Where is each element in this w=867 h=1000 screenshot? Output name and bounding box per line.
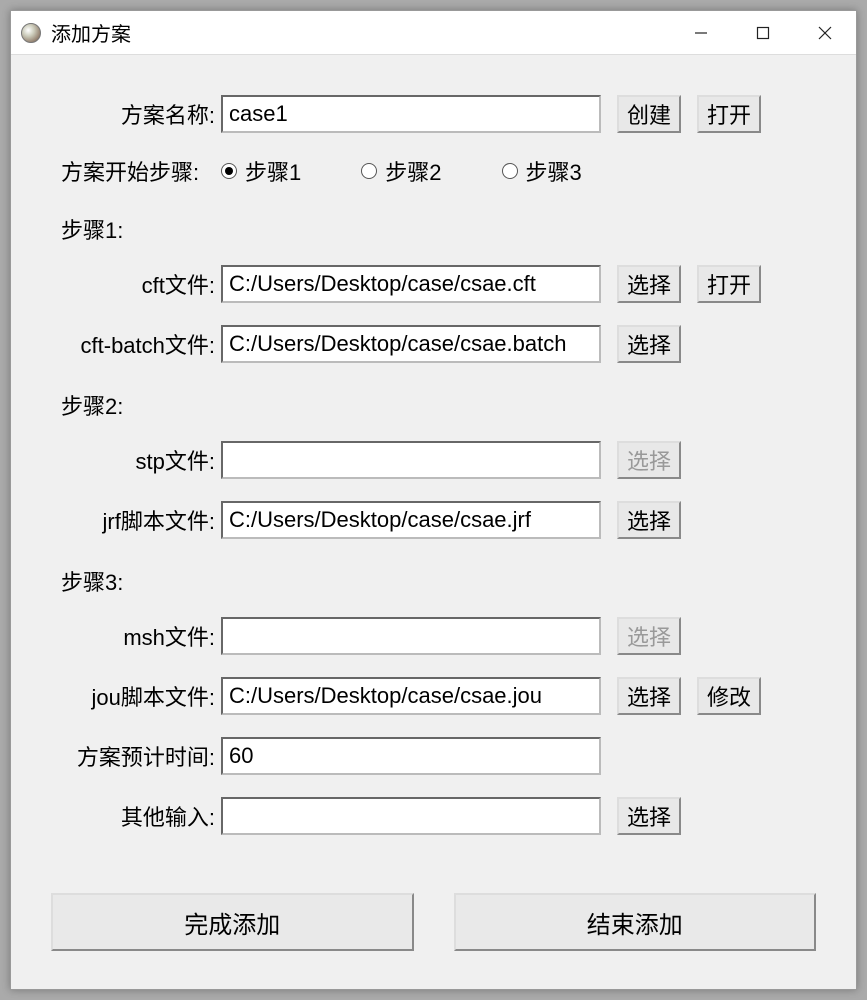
titlebar: 添加方案 xyxy=(11,11,856,55)
cft-batch-label: cft-batch文件: xyxy=(41,328,221,360)
close-button[interactable] xyxy=(794,11,856,54)
jou-select-button[interactable]: 选择 xyxy=(617,677,681,715)
msh-file-label: msh文件: xyxy=(41,620,221,652)
other-input-field[interactable] xyxy=(221,797,601,835)
finish-add-button[interactable]: 完成添加 xyxy=(51,893,414,951)
app-icon xyxy=(21,23,41,43)
radio-icon xyxy=(502,163,518,179)
jou-file-input[interactable] xyxy=(221,677,601,715)
open-button[interactable]: 打开 xyxy=(697,95,761,133)
jrf-select-button[interactable]: 选择 xyxy=(617,501,681,539)
stp-file-input[interactable] xyxy=(221,441,601,479)
stp-select-button: 选择 xyxy=(617,441,681,479)
other-input-label: 其他输入: xyxy=(41,800,221,832)
maximize-button[interactable] xyxy=(732,11,794,54)
step1-title: 步骤1: xyxy=(41,213,826,245)
radio-icon xyxy=(221,163,237,179)
stp-file-row: stp文件: 选择 xyxy=(41,441,826,479)
dialog-window: 添加方案 方案名称: 创建 打开 方案开始步骤: 步骤1 xyxy=(10,10,857,990)
radio-icon xyxy=(361,163,377,179)
msh-file-input[interactable] xyxy=(221,617,601,655)
scheme-name-row: 方案名称: 创建 打开 xyxy=(41,95,826,133)
minimize-icon xyxy=(694,26,708,40)
jou-file-row: jou脚本文件: 选择 修改 xyxy=(41,677,826,715)
cft-file-label: cft文件: xyxy=(41,268,221,300)
cft-file-row: cft文件: 选择 打开 xyxy=(41,265,826,303)
scheme-name-label: 方案名称: xyxy=(41,98,221,130)
jou-modify-button[interactable]: 修改 xyxy=(697,677,761,715)
radio-step2-label: 步骤2 xyxy=(385,155,441,187)
jou-file-label: jou脚本文件: xyxy=(41,680,221,712)
est-time-input[interactable] xyxy=(221,737,601,775)
radio-step1[interactable]: 步骤1 xyxy=(221,155,301,187)
jrf-file-input[interactable] xyxy=(221,501,601,539)
step2-title: 步骤2: xyxy=(41,389,826,421)
cft-batch-select-button[interactable]: 选择 xyxy=(617,325,681,363)
cft-batch-input[interactable] xyxy=(221,325,601,363)
create-button[interactable]: 创建 xyxy=(617,95,681,133)
scheme-name-input[interactable] xyxy=(221,95,601,133)
est-time-label: 方案预计时间: xyxy=(41,740,221,772)
radio-step3-label: 步骤3 xyxy=(526,155,582,187)
start-step-radio-group: 步骤1 步骤2 步骤3 xyxy=(221,155,826,187)
close-icon xyxy=(818,26,832,40)
stp-file-label: stp文件: xyxy=(41,444,221,476)
content-area: 方案名称: 创建 打开 方案开始步骤: 步骤1 步骤2 步骤3 xyxy=(11,55,856,989)
radio-step2[interactable]: 步骤2 xyxy=(361,155,441,187)
start-step-row: 方案开始步骤: 步骤1 步骤2 步骤3 xyxy=(41,155,826,187)
other-input-row: 其他输入: 选择 xyxy=(41,797,826,835)
minimize-button[interactable] xyxy=(670,11,732,54)
maximize-icon xyxy=(756,26,770,40)
cft-select-button[interactable]: 选择 xyxy=(617,265,681,303)
window-controls xyxy=(670,11,856,54)
jrf-file-row: jrf脚本文件: 选择 xyxy=(41,501,826,539)
end-add-button[interactable]: 结束添加 xyxy=(454,893,817,951)
msh-file-row: msh文件: 选择 xyxy=(41,617,826,655)
cft-file-input[interactable] xyxy=(221,265,601,303)
radio-step3[interactable]: 步骤3 xyxy=(502,155,582,187)
footer-buttons: 完成添加 结束添加 xyxy=(41,875,826,969)
cft-batch-row: cft-batch文件: 选择 xyxy=(41,325,826,363)
start-step-label: 方案开始步骤: xyxy=(41,155,221,187)
jrf-file-label: jrf脚本文件: xyxy=(41,504,221,536)
other-select-button[interactable]: 选择 xyxy=(617,797,681,835)
step3-title: 步骤3: xyxy=(41,565,826,597)
window-title: 添加方案 xyxy=(51,18,670,47)
msh-select-button: 选择 xyxy=(617,617,681,655)
est-time-row: 方案预计时间: xyxy=(41,737,826,775)
cft-open-button[interactable]: 打开 xyxy=(697,265,761,303)
radio-step1-label: 步骤1 xyxy=(245,155,301,187)
